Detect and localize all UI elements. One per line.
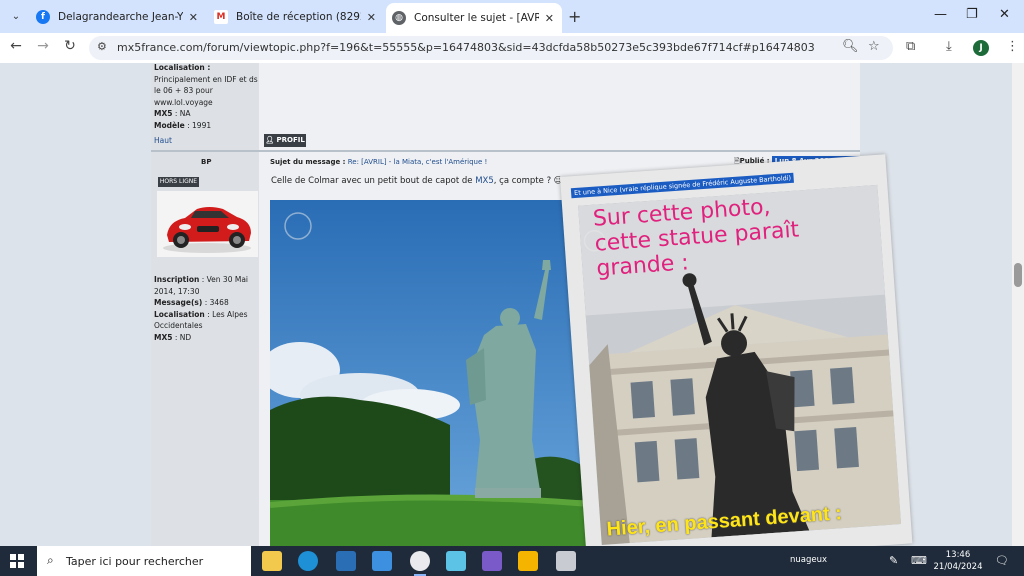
scrollbar[interactable] (1012, 63, 1024, 546)
windows-taskbar: ⌕ Taper ici pour rechercher nuageux ✎ ⌨ … (0, 546, 1024, 576)
close-tab-icon[interactable]: ✕ (189, 11, 198, 24)
mx5-value: : ND (174, 332, 192, 342)
inscription-label: Inscription (154, 275, 200, 284)
message-mx5-link[interactable]: MX5 (475, 176, 494, 186)
message-text: Celle de Colmar avec un petit bout de ca… (271, 176, 476, 186)
clock-time: 13:46 (945, 550, 971, 560)
app-icon[interactable] (482, 551, 502, 571)
taskbar-search[interactable]: ⌕ Taper ici pour rechercher (37, 546, 251, 576)
messages-label: Message(s) (154, 298, 203, 307)
scrollbar-thumb[interactable] (1014, 263, 1022, 287)
reload-icon[interactable]: ↻ (60, 38, 80, 54)
chrome-icon[interactable] (410, 551, 430, 576)
zoom-icon[interactable]: 🔍︎ (842, 39, 859, 54)
mail-icon[interactable] (372, 551, 392, 571)
gmail-icon: M (214, 10, 228, 24)
post-subject: Sujet du message : Re: [AVRIL] - la Miat… (270, 158, 487, 166)
extensions-icon[interactable]: ⧉ (906, 39, 915, 54)
forward-icon[interactable]: → (33, 38, 53, 54)
author-avatar-image (157, 191, 258, 257)
back-to-top-link[interactable]: Haut (154, 136, 172, 145)
colmar-statue-photo (270, 200, 600, 546)
bookmark-star-icon[interactable]: ☆ (868, 39, 880, 54)
profile-button-label: PROFIL (276, 136, 305, 144)
keyboard-icon[interactable]: ⌨ (911, 554, 927, 567)
avatar[interactable]: J (973, 40, 989, 56)
message-text: , ça compte ? (493, 176, 552, 186)
file-explorer-icon[interactable] (262, 551, 282, 571)
localisation-line: Principalement en IDF et ds (154, 74, 258, 84)
facebook-icon: f (36, 10, 50, 24)
subject-link[interactable]: Re: [AVRIL] - la Miata, c'est l'Amérique… (348, 158, 488, 166)
notifications-icon[interactable]: 🗨︎ (995, 554, 1009, 567)
clock-date: 21/04/2024 (933, 562, 983, 572)
localisation-line: le 06 + 83 pour (154, 86, 213, 95)
restore-icon[interactable]: ❐ (966, 7, 978, 22)
download-icon[interactable]: ⤓ (946, 39, 952, 54)
tab-gmail[interactable]: M Boîte de réception (8292) - jea ✕ (208, 4, 384, 30)
browser-toolbar: ← → ↻ ⚙ mx5france.com/forum/viewtopic.ph… (0, 33, 1024, 63)
tab-title: Delagrandearche Jean-Yves | F (58, 11, 183, 23)
windows-start-icon[interactable] (10, 554, 24, 568)
post-message: Celle de Colmar avec un petit bout de ca… (271, 176, 563, 186)
tab-title: Consulter le sujet - [AVRIL] - la (414, 12, 539, 24)
app-icon[interactable] (556, 551, 576, 571)
menu-icon[interactable]: ⋮ (1006, 39, 1019, 54)
messages-value: : 3468 (204, 298, 229, 307)
app-icon[interactable] (518, 551, 538, 571)
status-badge: HORS LIGNE (158, 177, 199, 187)
mx5-label: MX5 (154, 109, 173, 118)
tab-title: Boîte de réception (8292) - jea (236, 11, 361, 23)
search-icon: ⌕ (47, 553, 54, 567)
weather-text[interactable]: nuageux (790, 555, 827, 565)
close-tab-icon[interactable]: ✕ (545, 12, 554, 25)
tab-bar: ⌄ f Delagrandearche Jean-Yves | F ✕ M Bo… (0, 0, 1024, 33)
subject-label: Sujet du message : (270, 158, 346, 166)
modele-label: Modèle (154, 120, 185, 130)
store-icon[interactable] (336, 551, 356, 571)
new-tab-button[interactable]: + (568, 7, 581, 26)
overlay-title-text: Sur cette photo, cette statue paraît gra… (592, 194, 800, 282)
minimize-icon[interactable]: — (934, 7, 947, 22)
close-tab-icon[interactable]: ✕ (367, 11, 376, 24)
search-placeholder: Taper ici pour rechercher (66, 555, 204, 568)
localisation-label: Localisation : (154, 63, 211, 72)
mx5-label: MX5 (154, 332, 173, 342)
post-author[interactable]: BP (201, 158, 211, 166)
url-text[interactable]: mx5france.com/forum/viewtopic.php?f=196&… (117, 41, 815, 54)
localisation-line: www.lol.voyage (154, 97, 213, 107)
mx5-value: : NA (174, 109, 191, 118)
site-info-icon[interactable]: ⚙ (97, 40, 107, 53)
profile-button[interactable]: 👤︎ PROFIL (264, 134, 306, 147)
edge-icon[interactable] (298, 551, 318, 571)
prev-author-info: Localisation : Principalement en IDF et … (154, 63, 259, 131)
localisation-label: Localisation (154, 309, 205, 319)
pen-icon[interactable]: ✎ (889, 554, 898, 567)
nice-statue-image: Et une à Nice (vraie réplique signée de … (560, 154, 913, 567)
tab-forum[interactable]: ◍ Consulter le sujet - [AVRIL] - la ✕ (386, 3, 562, 33)
close-window-icon[interactable]: ✕ (999, 7, 1010, 22)
back-icon[interactable]: ← (6, 38, 26, 54)
address-bar[interactable]: ⚙ mx5france.com/forum/viewtopic.php?f=19… (89, 36, 893, 60)
globe-icon: ◍ (392, 11, 406, 25)
author-info: Inscription : Ven 30 Mai 2014, 17:30 Mes… (154, 274, 258, 343)
taskbar-clock[interactable]: 13:46 21/04/2024 (931, 549, 985, 573)
tab-search-button[interactable]: ⌄ (6, 7, 26, 27)
tab-facebook[interactable]: f Delagrandearche Jean-Yves | F ✕ (30, 4, 206, 30)
modele-value: : 1991 (187, 120, 212, 130)
post-divider (151, 150, 860, 152)
user-icon: 👤︎ (265, 136, 275, 144)
app-icon[interactable] (446, 551, 466, 571)
